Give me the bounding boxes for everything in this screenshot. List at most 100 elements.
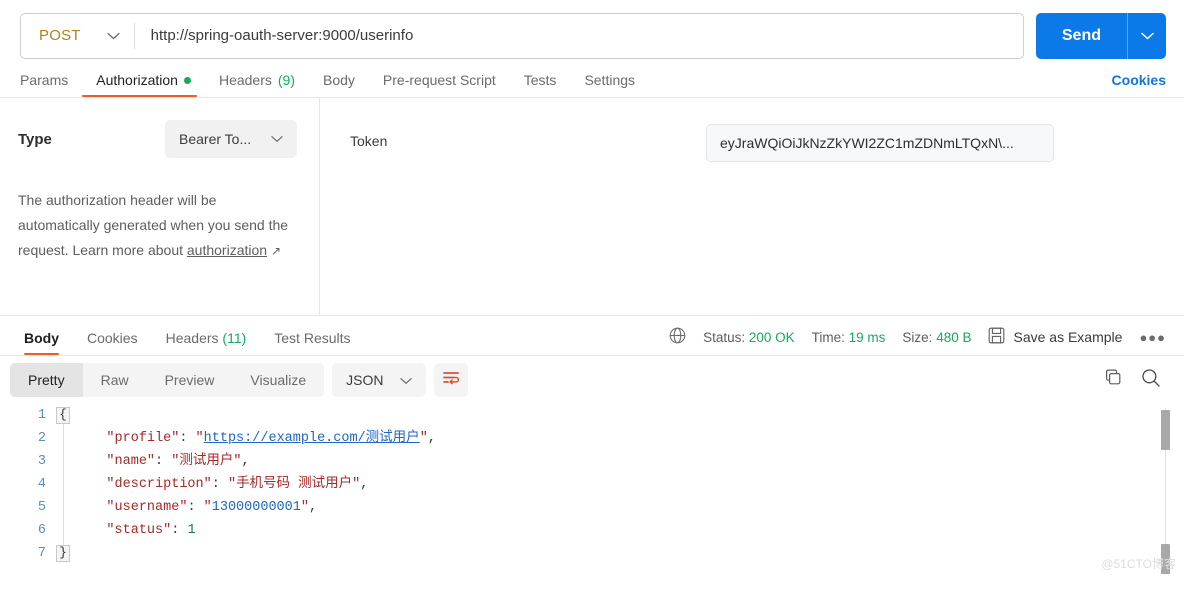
token-input[interactable]: eyJraWQiOiJkNzZkYWI2ZC1mZDNmLTQxN\... (706, 124, 1054, 162)
response-format-toolbar: Pretty Raw Preview Visualize JSON (0, 356, 1184, 404)
http-method-dropdown[interactable]: POST (21, 14, 134, 58)
code-line-6: "status": 1 (106, 523, 196, 538)
wrap-text-icon (442, 370, 460, 391)
response-status-group: Status: 200 OK Time: 19 ms Size: 480 B S… (669, 327, 1166, 355)
tab-settings[interactable]: Settings (570, 72, 649, 97)
line-number: 7 (37, 546, 46, 561)
scrollbar-thumb-top[interactable] (1161, 410, 1170, 450)
response-body-viewer[interactable]: 1 2 3 4 5 6 7 { } "profile": "https://ex… (0, 404, 1184, 574)
response-tab-cookies[interactable]: Cookies (73, 330, 152, 355)
response-tabs-bar: Body Cookies Headers (11) Test Results S… (0, 316, 1184, 356)
tab-label: Test Results (274, 330, 351, 346)
code-fold-rail: { } (52, 404, 74, 565)
fold-marker-close[interactable]: } (56, 545, 70, 562)
chevron-down-icon (106, 32, 120, 40)
time-badge[interactable]: Time: 19 ms (812, 330, 886, 345)
send-options-dropdown[interactable] (1128, 13, 1166, 59)
scrollbar-thumb-bottom[interactable] (1161, 544, 1170, 574)
code-table: 1 2 3 4 5 6 7 { } "profile": "https://ex… (10, 404, 1184, 565)
line-number: 6 (37, 523, 46, 538)
response-language-value: JSON (346, 372, 384, 388)
line-number: 2 (37, 431, 46, 446)
tab-label: Settings (584, 72, 636, 88)
chevron-down-icon (271, 130, 283, 148)
token-label: Token (350, 133, 388, 149)
json-number-value: 1 (187, 523, 196, 538)
response-tab-body[interactable]: Body (10, 330, 73, 355)
globe-icon[interactable] (669, 327, 686, 347)
search-response-button[interactable] (1136, 365, 1166, 395)
auth-type-value: Bearer To... (179, 131, 252, 147)
tab-label: Tests (523, 72, 557, 88)
copy-icon (1104, 368, 1123, 392)
tab-label: Body (24, 330, 59, 346)
tab-authorization[interactable]: Authorization (82, 72, 205, 97)
tab-params[interactable]: Params (20, 72, 82, 97)
response-headers-count: (11) (222, 330, 247, 346)
tab-label: Headers (218, 72, 272, 88)
tab-label: Body (323, 72, 355, 88)
url-input[interactable]: http://spring-oauth-server:9000/userinfo (135, 27, 1023, 44)
save-icon (988, 327, 1005, 347)
line-number: 3 (37, 454, 46, 469)
line-number-gutter: 1 2 3 4 5 6 7 (10, 404, 52, 565)
auth-type-dropdown[interactable]: Bearer To... (165, 120, 297, 158)
authorization-panel: Type Bearer To... The authorization head… (0, 98, 1184, 316)
wrap-text-button[interactable] (433, 363, 468, 397)
response-tab-test-results[interactable]: Test Results (260, 330, 364, 355)
line-number: 1 (37, 408, 46, 423)
auth-type-label: Type (18, 130, 52, 148)
tab-body[interactable]: Body (309, 72, 369, 97)
code-lines: "profile": "https://example.com/测试用户", "… (74, 404, 1184, 565)
response-view-mode-group: Pretty Raw Preview Visualize (10, 363, 325, 397)
response-language-dropdown[interactable]: JSON (332, 363, 426, 397)
tab-pre-request-script[interactable]: Pre-request Script (369, 72, 510, 97)
json-key: "username" (106, 500, 188, 515)
view-mode-pretty[interactable]: Pretty (10, 363, 83, 397)
status-badge[interactable]: Status: 200 OK (703, 330, 795, 345)
code-line-2: "profile": "https://example.com/测试用户", (106, 431, 436, 446)
response-tab-headers[interactable]: Headers (11) (152, 330, 261, 355)
chevron-down-icon (1140, 32, 1154, 40)
size-badge[interactable]: Size: 480 B (902, 330, 971, 345)
search-icon (1141, 368, 1161, 393)
line-number: 5 (37, 500, 46, 515)
status-value: 200 OK (748, 329, 795, 345)
tab-headers[interactable]: Headers (9) (205, 72, 309, 97)
code-line-3: "name": "测试用户", (106, 454, 250, 469)
tab-label: Params (20, 72, 69, 88)
status-label: Status: (703, 329, 746, 345)
authorization-learn-more-link[interactable]: authorization (187, 242, 267, 258)
more-options-icon[interactable]: ●●● (1139, 330, 1166, 345)
cookies-link[interactable]: Cookies (1112, 72, 1166, 97)
tab-label: Pre-request Script (382, 72, 496, 88)
time-label: Time: (811, 329, 845, 345)
chevron-down-icon (399, 372, 412, 388)
copy-response-button[interactable] (1098, 365, 1128, 395)
http-method-label: POST (39, 27, 81, 44)
time-value: 19 ms (848, 329, 886, 345)
send-button[interactable]: Send (1036, 13, 1127, 59)
tab-label: Headers (165, 330, 219, 346)
view-mode-visualize[interactable]: Visualize (232, 363, 324, 397)
json-string-value: "测试用户" (171, 454, 242, 469)
view-mode-preview[interactable]: Preview (147, 363, 233, 397)
code-line-5: "username": "13000000001", (106, 500, 318, 515)
json-key: "profile" (106, 431, 180, 446)
tab-label: Authorization (96, 72, 178, 88)
request-url-bar: POST http://spring-oauth-server:9000/use… (0, 0, 1184, 62)
save-as-example-button[interactable]: Save as Example (988, 327, 1122, 347)
response-scrollbar[interactable] (1161, 404, 1170, 574)
auth-right-column: Token eyJraWQiOiJkNzZkYWI2ZC1mZDNmLTQxN\… (320, 98, 1184, 315)
json-key: "description" (106, 477, 212, 492)
json-link-value[interactable]: https://example.com/测试用户 (204, 431, 420, 446)
external-link-icon: ↗ (270, 244, 282, 258)
tab-tests[interactable]: Tests (510, 72, 571, 97)
size-value: 480 B (936, 329, 972, 345)
tab-label: Cookies (87, 330, 138, 346)
view-mode-raw[interactable]: Raw (83, 363, 147, 397)
size-label: Size: (902, 329, 933, 345)
send-button-group: Send (1035, 12, 1166, 59)
fold-marker-open[interactable]: { (56, 407, 70, 424)
